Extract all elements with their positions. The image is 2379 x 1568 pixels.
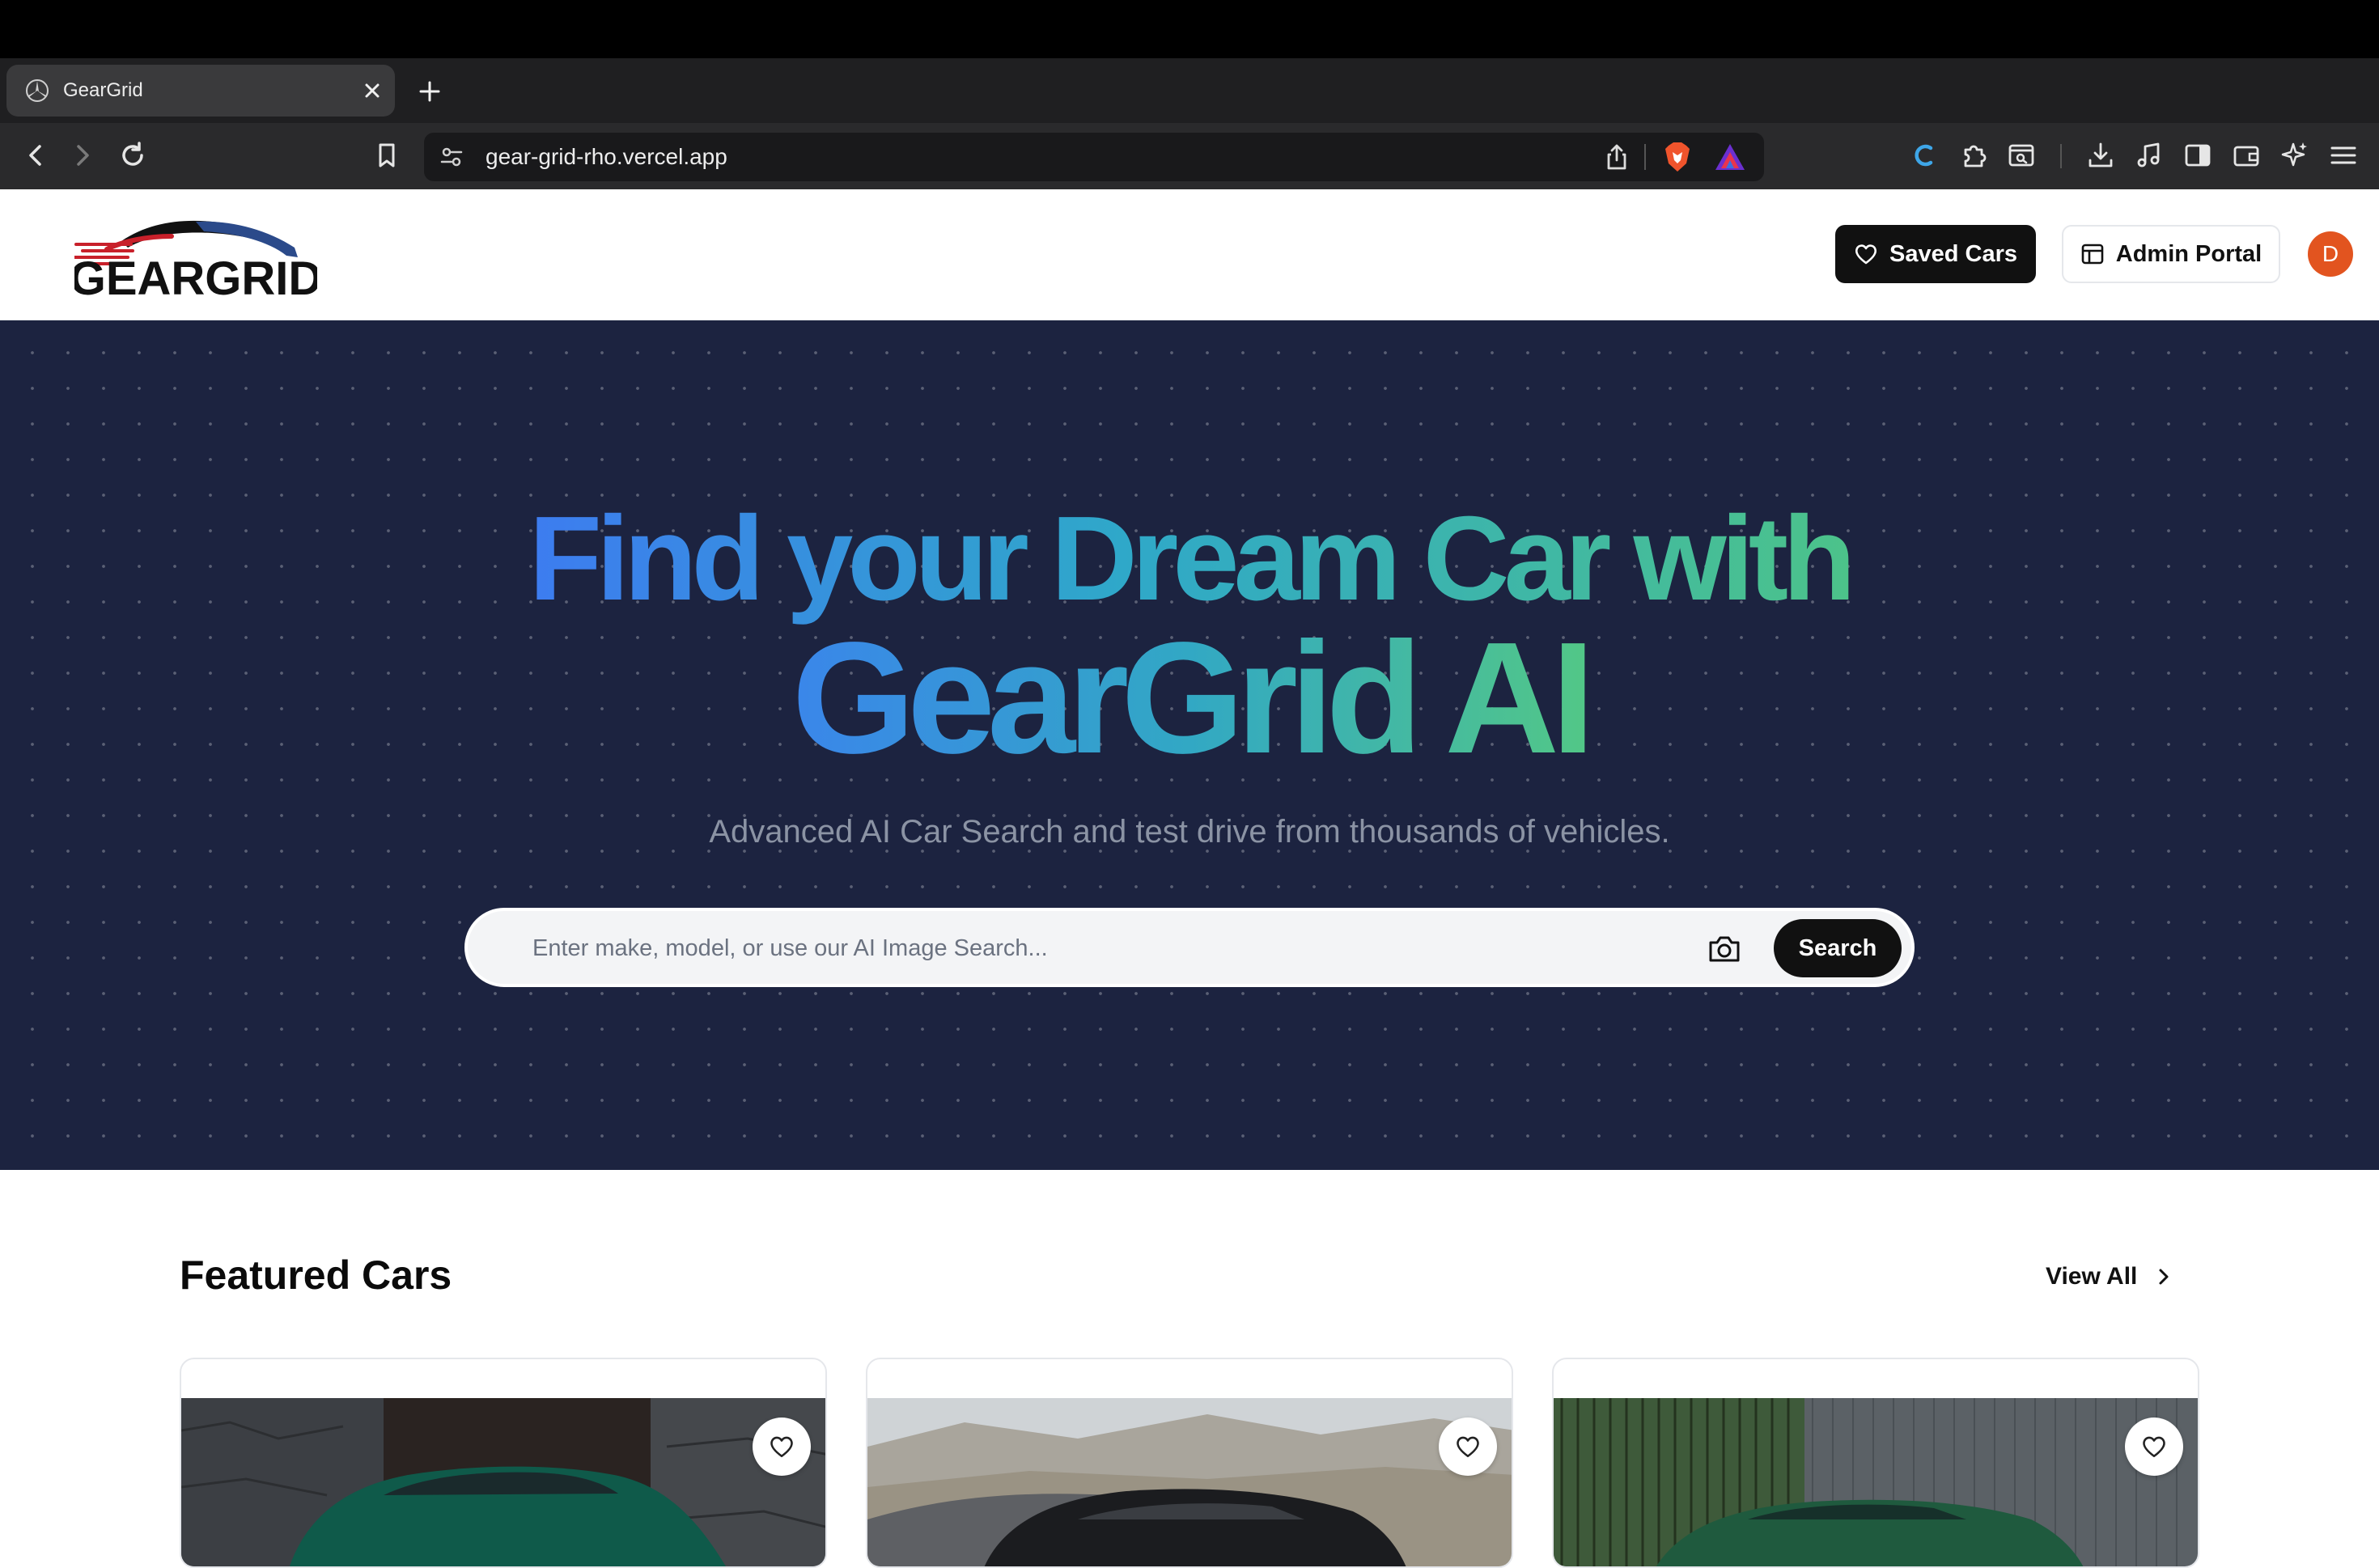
site-settings-icon[interactable] — [439, 144, 464, 170]
geargrid-logo[interactable]: GEARGRID — [74, 209, 317, 304]
hero-headline-brand: GearGrid AI — [0, 613, 2379, 783]
car-card[interactable] — [1552, 1358, 2199, 1568]
extensions-puzzle-icon[interactable] — [1958, 139, 1991, 172]
saved-cars-label: Saved Cars — [1889, 240, 2017, 267]
hero-headline-line1: Find your Dream Car with — [529, 490, 1856, 628]
download-icon[interactable] — [2084, 139, 2117, 172]
mercedes-star-icon — [26, 79, 49, 102]
divider — [2060, 144, 2062, 168]
tab-strip: GearGrid — [0, 58, 2379, 123]
close-icon[interactable] — [359, 78, 385, 104]
car-card[interactable] — [180, 1358, 827, 1568]
favorite-button[interactable] — [2125, 1418, 2183, 1476]
favorite-button[interactable] — [753, 1418, 811, 1476]
heart-icon — [770, 1436, 793, 1458]
car-card[interactable] — [866, 1358, 1513, 1568]
featured-title: Featured Cars — [180, 1252, 452, 1298]
search-button[interactable]: Search — [1774, 919, 1902, 977]
search-input[interactable] — [532, 932, 1584, 964]
chevron-right-icon[interactable] — [66, 139, 99, 172]
chevron-right-icon — [2159, 1269, 2169, 1285]
hero-headline: Find your Dream Car with — [0, 490, 2379, 628]
favorite-button[interactable] — [1439, 1418, 1497, 1476]
heart-icon — [1855, 244, 1876, 265]
wallet-icon[interactable] — [2230, 139, 2262, 172]
hero-section: Find your Dream Car with GearGrid AI Adv… — [0, 320, 2379, 1170]
chevron-left-icon[interactable] — [19, 139, 52, 172]
admin-portal-button[interactable]: Admin Portal — [2062, 225, 2280, 283]
car-image[interactable] — [181, 1398, 827, 1568]
url-text[interactable]: gear-grid-rho.vercel.app — [486, 144, 727, 170]
new-tab-icon[interactable] — [416, 78, 443, 105]
reload-icon[interactable] — [117, 139, 149, 172]
address-bar[interactable]: gear-grid-rho.vercel.app — [424, 133, 1764, 181]
view-all-link[interactable]: View All — [2046, 1259, 2174, 1295]
menu-icon[interactable] — [2327, 139, 2360, 172]
ai-sparkle-icon[interactable] — [2279, 139, 2311, 172]
avatar[interactable]: D — [2308, 231, 2353, 277]
heart-icon — [1457, 1436, 1479, 1458]
bookmark-icon[interactable] — [371, 139, 403, 172]
site-header: GEARGRID Saved Cars Admin Portal D — [0, 189, 2379, 320]
brave-lion-icon[interactable] — [1662, 141, 1693, 173]
heart-icon — [2143, 1436, 2165, 1458]
tab-title: GearGrid — [63, 79, 143, 101]
camera-icon[interactable] — [1706, 930, 1743, 968]
os-menu-bar — [0, 0, 2379, 58]
divider — [1644, 144, 1646, 170]
browser-tab[interactable]: GearGrid — [6, 65, 395, 117]
triangle-icon[interactable] — [1714, 142, 1746, 172]
car-image[interactable] — [1554, 1398, 2199, 1568]
share-icon[interactable] — [1602, 142, 1631, 172]
browser-toolbar: gear-grid-rho.vercel.app — [0, 123, 2379, 189]
music-note-icon[interactable] — [2133, 139, 2165, 172]
saved-cars-button[interactable]: Saved Cars — [1835, 225, 2036, 283]
view-all-label: View All — [2046, 1263, 2138, 1290]
search-bar: Search — [464, 908, 1915, 987]
coupon-c-icon[interactable] — [1908, 139, 1940, 172]
admin-portal-label: Admin Portal — [2115, 240, 2262, 267]
hero-headline-line2: GearGrid AI — [791, 609, 1596, 786]
layout-icon — [2081, 244, 2104, 265]
car-image[interactable] — [867, 1398, 1513, 1568]
logo-text: GEARGRID — [74, 252, 317, 304]
sidebar-icon[interactable] — [2182, 139, 2214, 172]
hero-subtitle: Advanced AI Car Search and test drive fr… — [709, 814, 1670, 850]
reader-mode-icon[interactable] — [2005, 139, 2038, 172]
